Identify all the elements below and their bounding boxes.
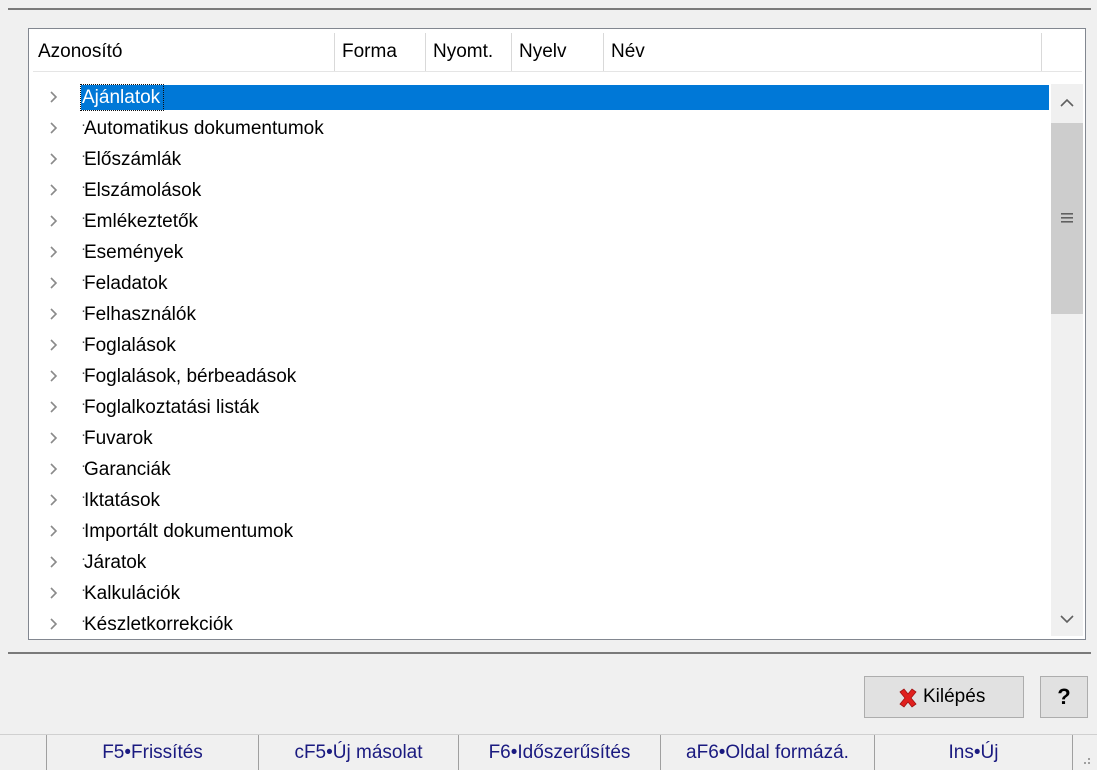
tree-item-label: Járatok (84, 552, 147, 573)
tree-item[interactable]: · Garanciák (33, 454, 1049, 485)
tree-item[interactable]: · Járatok (33, 547, 1049, 578)
column-header: Azonosító Forma Nyomt. Nyelv Név (33, 33, 1082, 72)
status-grip-cell (1072, 735, 1097, 770)
chevron-down-icon (1060, 615, 1074, 624)
column-header-filler (1042, 33, 1082, 71)
expand-chevron-icon[interactable] (45, 398, 63, 416)
tree-item[interactable]: · Elszámolások (33, 175, 1049, 206)
statusbar: F5•Frissítés cF5•Új másolat F6•Időszerűs… (0, 734, 1097, 770)
tree-item-label: Események (84, 242, 184, 263)
status-new-copy[interactable]: cF5•Új másolat (258, 735, 458, 770)
tree-item-label: Iktatások (84, 490, 161, 511)
tree-item-label: Fuvarok (84, 428, 153, 449)
close-x-icon (899, 688, 917, 708)
scroll-up-button[interactable] (1051, 86, 1083, 120)
help-button[interactable]: ? (1040, 676, 1088, 718)
vertical-scrollbar[interactable] (1051, 84, 1083, 636)
expand-chevron-icon[interactable] (45, 305, 63, 323)
top-divider (8, 8, 1091, 10)
expand-chevron-icon[interactable] (45, 336, 63, 354)
column-header-azonosito[interactable]: Azonosító (33, 33, 335, 71)
chevron-up-icon (1060, 98, 1074, 107)
exit-button[interactable]: Kilépés (864, 676, 1024, 718)
scroll-down-button[interactable] (1051, 602, 1083, 636)
expand-chevron-icon[interactable] (45, 367, 63, 385)
expand-chevron-icon[interactable] (45, 584, 63, 602)
tree-item[interactable]: · Importált dokumentumok (33, 516, 1049, 547)
status-page-format[interactable]: aF6•Oldal formázá. (660, 735, 874, 770)
tree-item-label: Kalkulációk (84, 583, 181, 604)
tree-item[interactable]: Ajánlatok (33, 82, 1049, 113)
tree-item-label: Automatikus dokumentumok (84, 118, 324, 139)
expand-chevron-icon[interactable] (45, 88, 63, 106)
column-header-forma[interactable]: Forma (335, 33, 426, 71)
tree-item[interactable]: · Emlékeztetők (33, 206, 1049, 237)
status-new[interactable]: Ins•Új (874, 735, 1072, 770)
tree-item[interactable]: · Készletkorrekciók (33, 609, 1049, 636)
tree-item[interactable]: · Előszámlák (33, 144, 1049, 175)
expand-chevron-icon[interactable] (45, 274, 63, 292)
tree-item[interactable]: · Események (33, 237, 1049, 268)
scroll-grip-icon (1061, 213, 1073, 223)
expand-chevron-icon[interactable] (45, 429, 63, 447)
tree-item[interactable]: · Foglalások (33, 330, 1049, 361)
tree-item-label: Emlékeztetők (84, 211, 199, 232)
expand-chevron-icon[interactable] (45, 243, 63, 261)
expand-chevron-icon[interactable] (45, 460, 63, 478)
expand-chevron-icon[interactable] (45, 181, 63, 199)
tree-item-label: Importált dokumentumok (84, 521, 294, 542)
expand-chevron-icon[interactable] (45, 522, 63, 540)
tree-item-label: Ajánlatok (79, 84, 165, 111)
tree-item-label: Elszámolások (84, 180, 202, 201)
column-header-nyomt[interactable]: Nyomt. (426, 33, 512, 71)
scroll-thumb[interactable] (1051, 123, 1083, 314)
tree-item[interactable]: · Foglalások, bérbeadások (33, 361, 1049, 392)
status-update[interactable]: F6•Időszerűsítés (458, 735, 660, 770)
tree-item-label: Felhasználók (84, 304, 196, 325)
tree-item[interactable]: · Fuvarok (33, 423, 1049, 454)
tree-item[interactable]: · Automatikus dokumentumok (33, 113, 1049, 144)
document-tree: Ajánlatok · Automatikus dokumentumok · Elősz… (33, 82, 1049, 636)
expand-chevron-icon[interactable] (45, 491, 63, 509)
expand-chevron-icon[interactable] (45, 553, 63, 571)
tree-item-label: Foglalkoztatási listák (84, 397, 260, 418)
tree-item[interactable]: · Foglalkoztatási listák (33, 392, 1049, 423)
document-tree-panel: Azonosító Forma Nyomt. Nyelv Név Ajánlat… (28, 28, 1086, 640)
expand-chevron-icon[interactable] (45, 212, 63, 230)
status-refresh[interactable]: F5•Frissítés (46, 735, 258, 770)
tree-item[interactable]: · Iktatások (33, 485, 1049, 516)
expand-chevron-icon[interactable] (45, 150, 63, 168)
expand-chevron-icon[interactable] (45, 119, 63, 137)
tree-item[interactable]: · Kalkulációk (33, 578, 1049, 609)
column-header-nyelv[interactable]: Nyelv (512, 33, 604, 71)
column-header-nev[interactable]: Név (604, 33, 1042, 71)
tree-item-label: Előszámlák (84, 149, 182, 170)
header-divider (33, 71, 1082, 72)
tree-item-label: Készletkorrekciók (84, 614, 233, 635)
bottom-divider (8, 652, 1091, 654)
tree-item-label: Feladatok (84, 273, 168, 294)
tree-item[interactable]: · Felhasználók (33, 299, 1049, 330)
tree-item-label: Foglalások, bérbeadások (84, 366, 297, 387)
tree-item-label: Foglalások (84, 335, 176, 356)
tree-item-label: Garanciák (84, 459, 171, 480)
resize-grip-icon (1084, 758, 1090, 764)
tree-item[interactable]: · Feladatok (33, 268, 1049, 299)
expand-chevron-icon[interactable] (45, 615, 63, 633)
selection-highlight (81, 85, 1049, 110)
exit-button-label: Kilépés (923, 686, 986, 707)
